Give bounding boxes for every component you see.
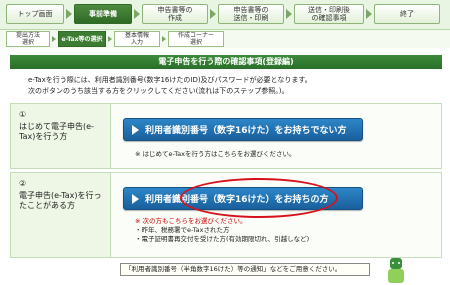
- substep-label: 基本情報 入力: [124, 32, 149, 46]
- intro-line: e-Taxを行う際には、利用者識別番号(数字16けたのID)及びパスワードが必要…: [28, 76, 312, 84]
- arrow-right-icon: [132, 193, 139, 204]
- sub-step-navigation: 提出方法 選択 e-Tax等の選択 基本情報 入力 作成コーナー 選択: [0, 30, 450, 48]
- step-navigation: トップ画面 事前準備 申告書等の 作成 申告書等の 送信・印刷 送信・印刷後 の…: [0, 0, 450, 30]
- highlight-oval: [180, 178, 338, 218]
- substep-submit-method[interactable]: 提出方法 選択: [6, 31, 50, 47]
- step-arrow-icon: [210, 9, 216, 19]
- option-label-cell: ① はじめて電子申告(e-Tax)を行う方: [11, 104, 111, 168]
- option-number: ①: [19, 110, 27, 119]
- option-note: ※ 次の方もこちらをお選びください。 ・昨年、税務署でe-Taxされた方 ・電子…: [135, 217, 435, 244]
- option-number: ②: [19, 179, 27, 188]
- step-label: 申告書等の 作成: [157, 6, 193, 22]
- step-top[interactable]: トップ画面: [6, 4, 64, 24]
- page-title: 電子申告を行う際の確認事項(登録編): [10, 55, 442, 69]
- intro-text: e-Taxを行う際には、利用者識別番号(数字16けたのID)及びパスワードが必要…: [28, 75, 438, 97]
- step-send-print[interactable]: 申告書等の 送信・印刷: [218, 4, 284, 24]
- step-end[interactable]: 終了: [374, 4, 440, 24]
- note-heading: ※ 次の方もこちらをお選びください。: [135, 217, 247, 225]
- mascot-icon: [385, 258, 407, 284]
- step-arrow-icon: [52, 36, 56, 42]
- step-label: 事前準備: [89, 10, 117, 18]
- mascot-head: [390, 258, 402, 269]
- substep-label: 作成コーナー 選択: [177, 32, 214, 46]
- step-label: 申告書等の 送信・印刷: [233, 6, 269, 22]
- note-item: ・昨年、税務署でe-Taxされた方: [135, 226, 230, 234]
- prepare-notice: 「利用者識別番号（半角数字16けた）等の通知」などをご用意ください。: [120, 263, 370, 276]
- button-label: 利用者識別番号（数字16けた）をお持ちでない方: [145, 126, 347, 136]
- substep-basic-info[interactable]: 基本情報 入力: [114, 31, 160, 47]
- step-label: トップ画面: [17, 10, 53, 18]
- step-preparation[interactable]: 事前準備: [74, 4, 132, 24]
- step-arrow-icon: [162, 36, 166, 42]
- option-label-cell: ② 電子申告(e-Tax)を行ったことがある方: [11, 173, 111, 257]
- step-arrow-icon: [286, 9, 292, 19]
- step-arrow-icon: [134, 9, 140, 19]
- option-label: 電子申告(e-Tax)を行ったことがある方: [19, 191, 102, 210]
- step-create[interactable]: 申告書等の 作成: [142, 4, 208, 24]
- no-user-id-button[interactable]: 利用者識別番号（数字16けた）をお持ちでない方: [123, 118, 363, 141]
- option-panel-first-time: ① はじめて電子申告(e-Tax)を行う方 利用者識別番号（数字16けた）をお持…: [10, 103, 442, 169]
- option-note: ※ はじめてe-Taxを行う方はこちらをお選びください。: [135, 150, 296, 158]
- step-arrow-icon: [366, 9, 372, 19]
- mascot-eye: [392, 262, 394, 264]
- step-arrow-icon: [66, 9, 72, 19]
- arrow-right-icon: [132, 124, 139, 135]
- substep-label: e-Tax等の選択: [61, 35, 103, 43]
- substep-corner-select[interactable]: 作成コーナー 選択: [168, 31, 224, 47]
- step-label: 終了: [400, 10, 414, 18]
- option-label: はじめて電子申告(e-Tax)を行う方: [19, 122, 94, 141]
- substep-etax-select[interactable]: e-Tax等の選択: [58, 31, 106, 47]
- step-label: 送信・印刷後 の確認事項: [308, 6, 350, 22]
- mascot-body: [388, 269, 404, 283]
- note-item: ・電子証明書再交付を受けた方(有効期限切れ、引越しなど): [135, 235, 310, 243]
- intro-line: 次のボタンのうち該当する方をクリックしてください(流れは下のステップ参照。)。: [28, 87, 289, 95]
- step-confirm[interactable]: 送信・印刷後 の確認事項: [294, 4, 364, 24]
- mascot-eye: [398, 262, 400, 264]
- substep-label: 提出方法 選択: [15, 32, 40, 46]
- step-arrow-icon: [108, 36, 112, 42]
